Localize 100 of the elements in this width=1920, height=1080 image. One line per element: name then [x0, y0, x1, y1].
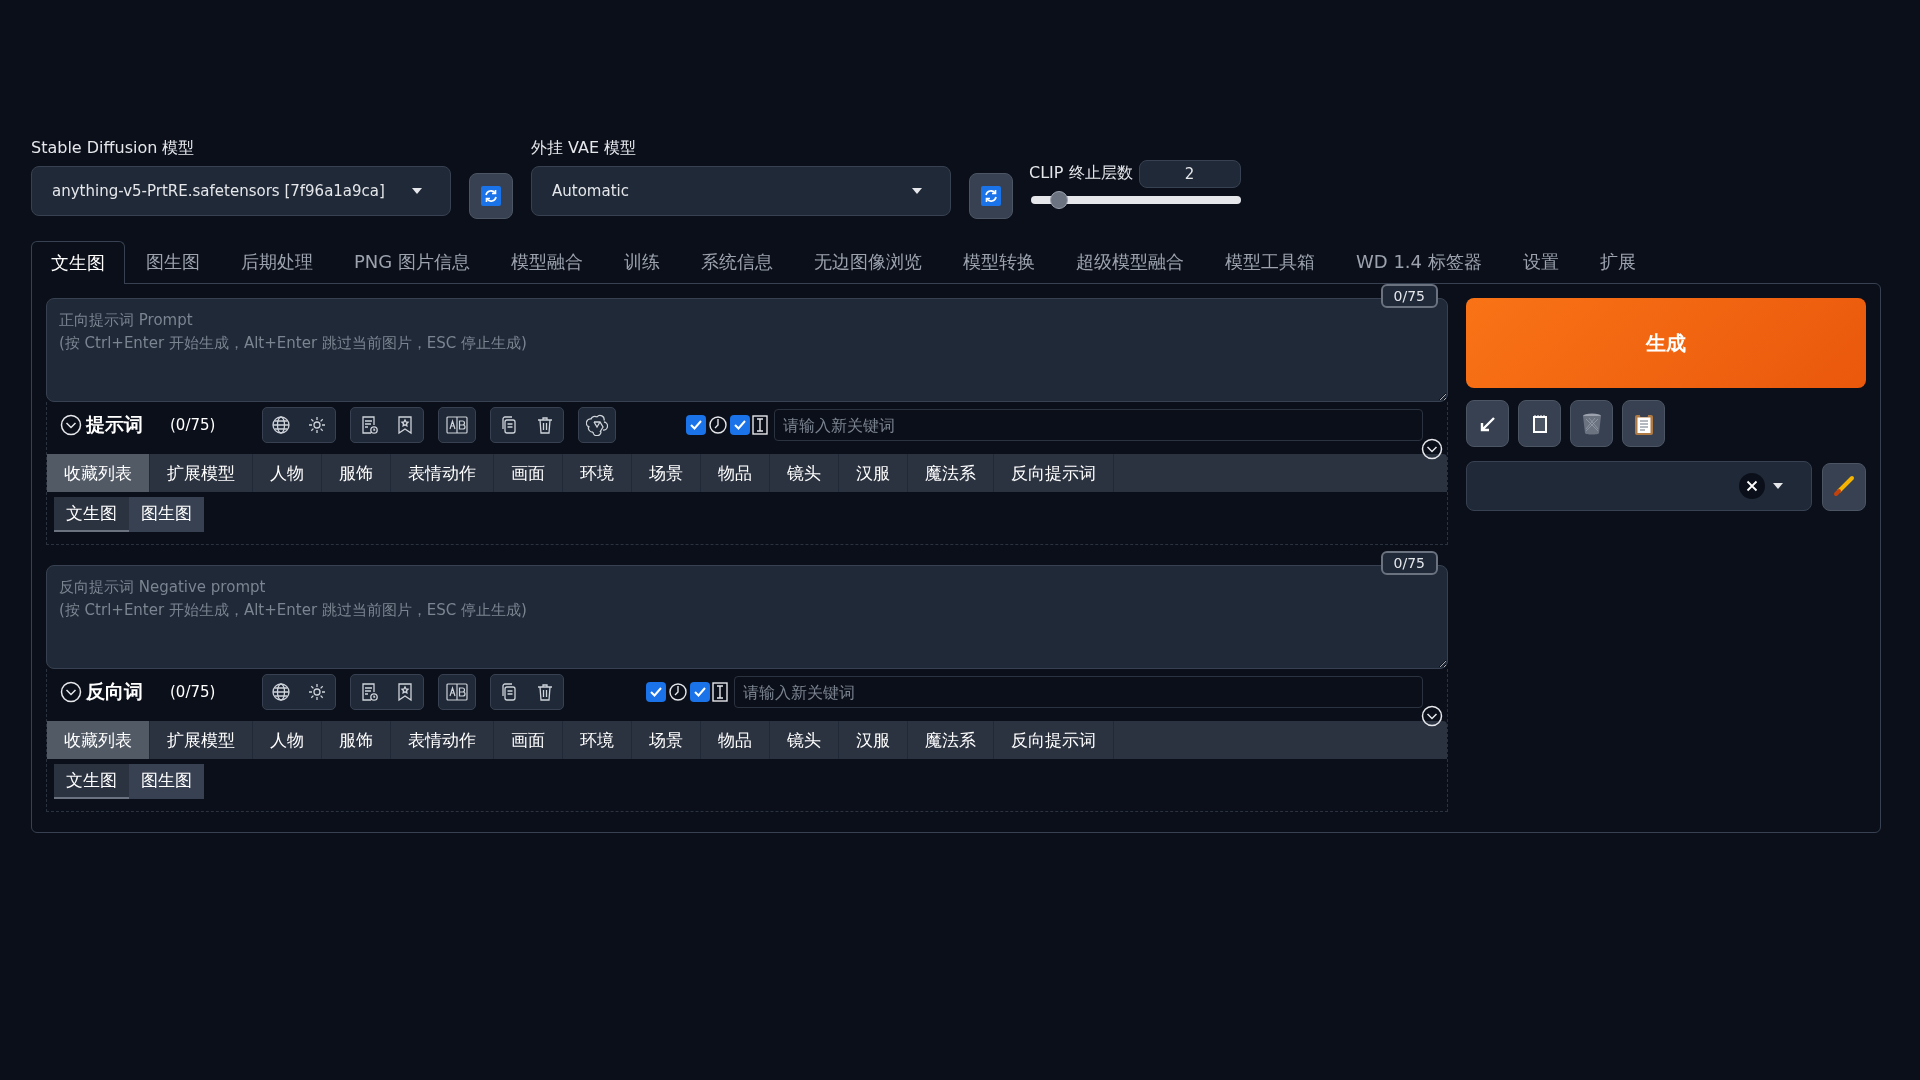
category-tab[interactable]: 物品 [701, 721, 770, 759]
tool-button[interactable] [1466, 400, 1509, 447]
caret-icon [412, 188, 422, 194]
keyword-input[interactable]: 请输入新关键词 [774, 409, 1423, 441]
pencil-icon [1832, 475, 1856, 499]
trash-icon [1580, 411, 1603, 436]
refresh-icon [481, 186, 501, 206]
category-tab[interactable]: 扩展模型 [150, 721, 253, 759]
check-icon [734, 420, 746, 430]
checkbox[interactable] [690, 682, 710, 702]
refresh-icon [981, 186, 1001, 206]
category-tab[interactable]: 环境 [563, 721, 632, 759]
refresh-button[interactable] [969, 173, 1013, 219]
copy-icon [499, 682, 519, 702]
category-tab[interactable]: 场景 [632, 721, 701, 759]
edit-button[interactable] [1822, 463, 1866, 511]
tab[interactable]: WD 1.4 标签器 [1336, 241, 1502, 283]
tab[interactable]: 超级模型融合 [1056, 241, 1204, 283]
tool-button[interactable] [1622, 400, 1665, 447]
prompt-toggle[interactable]: 反向词 [60, 679, 170, 705]
collapse-icon [60, 414, 82, 436]
number-field[interactable]: 2 [1138, 160, 1241, 188]
bookmark-icon [395, 415, 415, 435]
tab[interactable]: 后期处理 [221, 241, 333, 283]
category-tab[interactable]: 画面 [494, 454, 563, 492]
sub-tab[interactable]: 图生图 [129, 764, 204, 799]
bookmark-icon [395, 682, 415, 702]
caret-icon [1773, 483, 1783, 489]
checkbox[interactable] [646, 682, 666, 702]
clip-skip-label: CLIP 终止层数 [1029, 163, 1133, 184]
tab[interactable]: 训练 [604, 241, 680, 283]
tab[interactable]: PNG 图片信息 [334, 241, 490, 283]
tab[interactable]: 图生图 [126, 241, 220, 283]
settings-icon [307, 682, 327, 702]
prompt-toggle[interactable]: 提示词 [60, 412, 170, 438]
category-tab[interactable]: 服饰 [322, 454, 391, 492]
category-tab[interactable]: 镜头 [770, 721, 839, 759]
model-label: Stable Diffusion 模型 [31, 138, 196, 159]
category-tab[interactable]: 物品 [701, 454, 770, 492]
model-dropdown[interactable]: anything-v5-PrtRE.safetensors [7f96a1a9ca] [31, 166, 451, 216]
ab-icon [446, 415, 468, 435]
clear-icon [1739, 473, 1765, 499]
category-tab[interactable]: 镜头 [770, 454, 839, 492]
category-tab[interactable]: 服饰 [322, 721, 391, 759]
collapse-icon [60, 681, 82, 703]
sub-tab[interactable]: 图生图 [129, 497, 204, 532]
tab[interactable]: 设置 [1502, 241, 1579, 283]
keyword-input[interactable]: 请输入新关键词 [734, 676, 1423, 708]
trash-icon [535, 415, 555, 435]
category-tab[interactable]: 人物 [253, 454, 322, 492]
tab[interactable]: 系统信息 [681, 241, 793, 283]
expand-icon [1421, 438, 1443, 460]
expand-icon [1421, 705, 1443, 727]
checkbox[interactable] [730, 415, 750, 435]
category-tab[interactable]: 画面 [494, 721, 563, 759]
tab[interactable]: 文生图 [31, 241, 125, 284]
category-tab[interactable]: 反向提示词 [994, 454, 1114, 492]
category-tab[interactable]: 魔法系 [908, 721, 994, 759]
refresh-button[interactable] [469, 173, 513, 219]
category-tab[interactable]: 收藏列表 [47, 721, 150, 759]
tool-button[interactable] [1518, 400, 1561, 447]
check-icon [694, 687, 706, 697]
slider-thumb[interactable] [1049, 191, 1068, 209]
clear-button[interactable] [1739, 473, 1765, 499]
category-tab[interactable]: 表情动作 [391, 721, 494, 759]
sub-tab[interactable]: 文生图 [54, 764, 129, 799]
tab[interactable]: 模型工具箱 [1205, 241, 1335, 283]
copy-icon [499, 415, 519, 435]
category-tab[interactable]: 收藏列表 [47, 454, 150, 492]
expand-button[interactable] [1421, 438, 1443, 460]
category-tab[interactable]: 场景 [632, 454, 701, 492]
token-counter: 0/75 [1380, 284, 1438, 308]
category-tab[interactable]: 表情动作 [391, 454, 494, 492]
tab[interactable]: 模型融合 [491, 241, 603, 283]
text-cursor-icon [712, 682, 728, 702]
check-icon [650, 687, 662, 697]
tab[interactable]: 模型转换 [943, 241, 1055, 283]
category-tab[interactable]: 反向提示词 [994, 721, 1114, 759]
category-tab[interactable]: 汉服 [839, 454, 908, 492]
sub-tab[interactable]: 文生图 [54, 497, 129, 532]
document-clock-icon [359, 415, 379, 435]
clock-icon [708, 415, 728, 435]
category-tab[interactable]: 人物 [253, 721, 322, 759]
vae-dropdown[interactable]: Automatic [531, 166, 951, 216]
check-icon [690, 420, 702, 430]
trash-icon [535, 682, 555, 702]
checkbox[interactable] [686, 415, 706, 435]
token-count: (0/75) [170, 683, 217, 701]
text-cursor-icon [752, 415, 768, 435]
tool-button[interactable] [1570, 400, 1613, 447]
tab[interactable]: 扩展 [1579, 241, 1656, 283]
category-tab[interactable]: 环境 [563, 454, 632, 492]
caret-icon [912, 188, 922, 194]
category-tab[interactable]: 扩展模型 [150, 454, 253, 492]
notepad-icon [1530, 412, 1549, 435]
category-tab[interactable]: 汉服 [839, 721, 908, 759]
tab[interactable]: 无边图像浏览 [794, 241, 942, 283]
category-tab[interactable]: 魔法系 [908, 454, 994, 492]
globe-icon [271, 415, 291, 435]
expand-button[interactable] [1421, 705, 1443, 727]
